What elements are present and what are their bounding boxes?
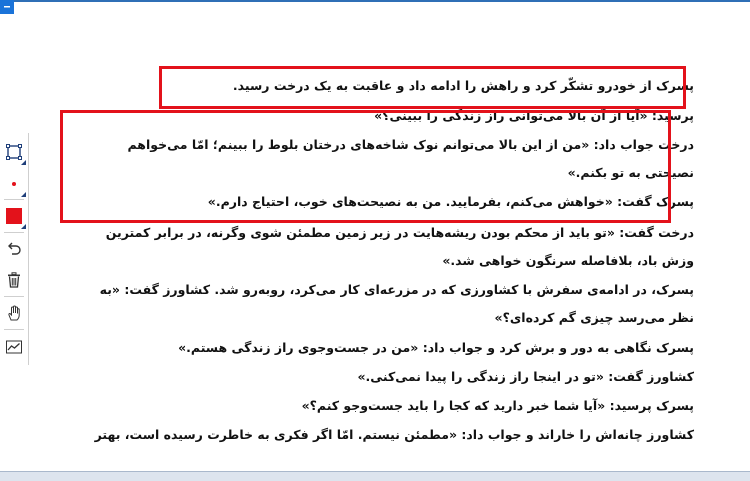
submenu-corner-icon (21, 224, 26, 229)
trash-icon (8, 272, 20, 288)
dot-icon (12, 182, 16, 186)
text-line: کشاورز گفت: «تو در اینجا راز زندگی را پی… (357, 369, 694, 384)
toolbar-divider (4, 232, 24, 233)
text-line: پسرک پرسید: «آیا شما خبر دارید که کجا را… (301, 398, 694, 413)
submenu-corner-icon (21, 160, 26, 165)
text-line: نظر می‌رسد چیزی گم کرده‌ای؟» (494, 310, 694, 325)
annotation-toolbar (0, 133, 29, 365)
text-line: پسرک، در ادامه‌ی سفرش با کشاورزی که در م… (99, 282, 694, 297)
stroke-size-tool[interactable] (2, 171, 26, 197)
text-line: کشاورز چانه‌اش را خاراند و جواب داد: «مط… (94, 427, 694, 442)
text-line: وزش باد، بلافاصله سرنگون خواهی شد.» (442, 253, 694, 268)
toolbar-divider (4, 296, 24, 297)
hand-icon (8, 305, 20, 321)
line-chart-icon (6, 340, 22, 354)
text-line: پرسید: «آیا از آن بالا می‌توانی راز زندگ… (374, 108, 694, 123)
window-top-border (0, 0, 750, 2)
red-swatch-icon (6, 208, 22, 224)
corner-tab-button[interactable] (0, 0, 14, 14)
text-line: نصیحتی به تو بکنم.» (567, 165, 694, 180)
undo-tool[interactable] (2, 236, 26, 262)
toolbar-divider (4, 199, 24, 200)
delete-tool[interactable] (2, 267, 26, 293)
text-line: پسرک نگاهی به دور و برش کرد و جواب داد: … (178, 340, 694, 355)
rectangle-select-tool[interactable] (2, 139, 26, 165)
submenu-corner-icon (21, 192, 26, 197)
color-tool[interactable] (2, 203, 26, 229)
text-line: پسرک از خودرو تشکّر کرد و راهش را ادامه … (232, 78, 694, 93)
rectangle-select-icon (6, 144, 22, 160)
pan-tool[interactable] (2, 300, 26, 326)
text-line: پسرک گفت: «خواهش می‌کنم، بفرمایید. من به… (207, 194, 694, 209)
toolbar-divider (4, 329, 24, 330)
undo-icon (8, 242, 21, 255)
line-tool[interactable] (2, 334, 26, 360)
minus-icon (4, 6, 10, 8)
text-line: درخت جواب داد: «من از این بالا می‌توانم … (127, 137, 694, 152)
text-line: درخت گفت: «تو باید از محکم بودن ریشه‌های… (105, 225, 694, 240)
